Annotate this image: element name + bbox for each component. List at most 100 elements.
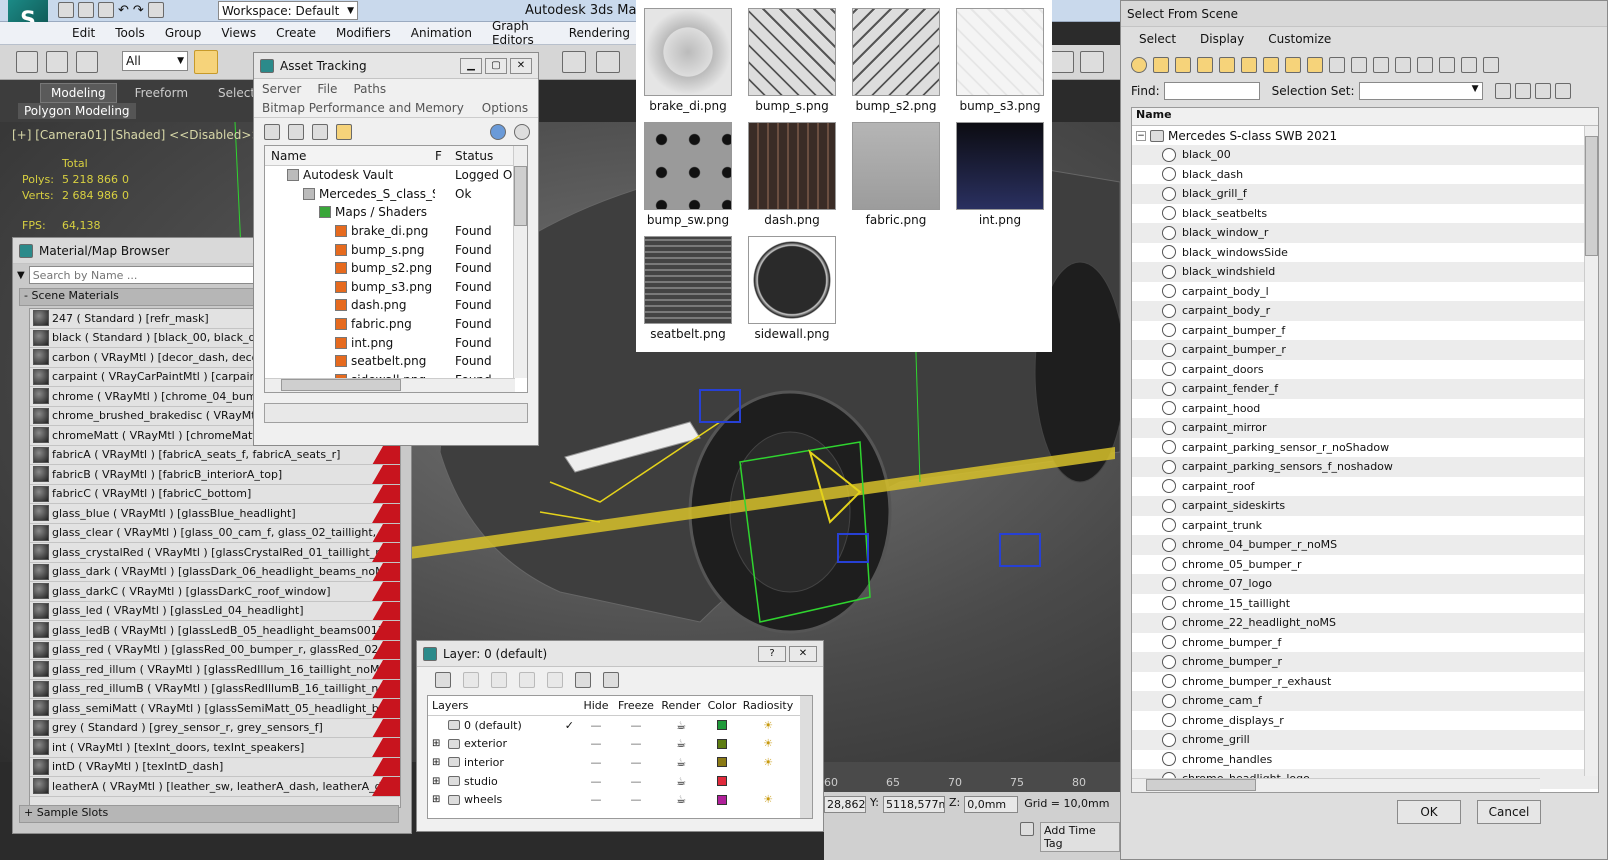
hide-toggle[interactable]: — [578,793,614,806]
scene-object-item[interactable]: carpaint_hood [1132,398,1598,418]
col-f[interactable]: F [435,149,449,163]
find-input[interactable] [1163,82,1260,100]
scene-object-item[interactable]: carpaint_parking_sensor_r_noShadow [1132,437,1598,457]
scene-object-item[interactable]: carpaint_sideskirts [1132,496,1598,516]
asset-row[interactable]: Mercedes_S_class_S... Ok [265,185,527,204]
scene-object-item[interactable]: chrome_bumper_r_exhaust [1132,671,1598,691]
tab-freeform[interactable]: Freeform [123,84,200,102]
cameras-filter-icon[interactable] [1197,57,1213,73]
material-item[interactable]: glass_dark ( VRayMtl ) [glassDark_06_hea… [30,562,400,582]
expand-icon[interactable]: ⊞ [428,757,442,768]
list-view-icon[interactable] [288,123,304,140]
geometry-filter-icon[interactable] [1131,57,1147,73]
scene-object-item[interactable]: carpaint_doors [1132,359,1598,379]
maximize-button[interactable]: ▢ [485,57,507,74]
collapse-icon[interactable]: − [1136,130,1146,141]
asset-row[interactable]: int.png Found [265,333,527,352]
layer-row[interactable]: 0 (default) ✓ — — ☕ ☀ [428,716,812,735]
thumbnail-item[interactable]: int.png [952,122,1048,227]
space-warps-filter-icon[interactable] [1241,57,1257,73]
freeze-toggle[interactable]: — [614,775,658,788]
asset-row[interactable]: fabric.png Found [265,315,527,334]
containers-filter-icon[interactable] [1329,57,1345,73]
menu-tools[interactable]: Tools [105,26,155,40]
menu-group[interactable]: Group [155,26,212,40]
scene-object-item[interactable]: chrome_04_bumper_r_noMS [1132,535,1598,555]
layer-row[interactable]: ⊞ wheels — — ☕ ☀ [428,790,812,809]
scene-object-item[interactable]: black_00 [1132,145,1598,165]
asset-tracking-titlebar[interactable]: Asset Tracking ▁ ▢ ✕ [254,53,538,79]
project-folder-icon[interactable] [147,2,164,18]
menu-edit[interactable]: Edit [62,26,105,40]
scene-object-item[interactable]: black_window_r [1132,223,1598,243]
unlink-icon[interactable] [46,51,68,73]
save-icon[interactable] [98,2,114,18]
scene-object-item[interactable]: chrome_cam_f [1132,691,1598,711]
viewport-label[interactable]: [+] [Camera01] [Shaded] <<Disabled>> [12,128,262,142]
scene-object-item[interactable]: chrome_05_bumper_r [1132,554,1598,574]
thumbnail-item[interactable]: fabric.png [848,122,944,227]
hide-toggle[interactable]: — [578,737,614,750]
hide-all-layers-icon[interactable] [575,672,591,688]
radiosity-icon[interactable]: ☀ [740,737,796,750]
sample-slots-group[interactable]: + Sample Slots [19,805,399,823]
col-status[interactable]: Status [449,149,493,163]
render-teapot-icon[interactable]: ☕ [658,775,704,788]
time-tag-icon[interactable] [1020,822,1034,836]
scene-object-item[interactable]: carpaint_parking_sensors_f_noshadow [1132,457,1598,477]
asset-row[interactable]: Autodesk Vault Logged Out [265,166,527,185]
menu-graph-editors[interactable]: Graph Editors [482,19,559,47]
close-button[interactable]: ✕ [789,645,817,662]
open-file-icon[interactable] [78,2,94,18]
scene-object-item[interactable]: carpaint_body_r [1132,301,1598,321]
display-none-icon[interactable] [1417,57,1433,73]
thumbnail-item[interactable]: bump_s.png [744,8,840,113]
filter-options-icon[interactable] [1483,57,1499,73]
asset-row[interactable]: dash.png Found [265,296,527,315]
scene-object-item[interactable]: chrome_15_taillight [1132,593,1598,613]
menu-animation[interactable]: Animation [401,26,482,40]
layer-color-swatch[interactable] [717,720,727,731]
asset-row[interactable]: seatbelt.png Found [265,352,527,371]
material-item[interactable]: grey ( Standard ) [grey_sensor_r, grey_s… [30,718,400,738]
material-item[interactable]: glass_red ( VRayMtl ) [glassRed_00_bumpe… [30,640,400,660]
vault-help-icon[interactable] [490,123,506,140]
mirror-icon[interactable] [596,51,620,73]
grid-view-icon[interactable] [336,123,352,140]
col-radiosity[interactable]: Radiosity [740,699,796,712]
col-color[interactable]: Color [704,699,740,712]
col-name[interactable]: Name [1132,108,1598,126]
groups-filter-icon[interactable] [1263,57,1279,73]
scene-object-item[interactable]: black_windowsSide [1132,242,1598,262]
selection-set-dropdown[interactable]: ▼ [1358,82,1483,100]
thumbnail-item[interactable]: seatbelt.png [640,236,736,341]
freeze-toggle[interactable]: — [614,719,658,732]
material-item[interactable]: fabricC ( VRayMtl ) [fabricC_bottom] [30,484,400,504]
scene-object-item[interactable]: carpaint_body_l [1132,281,1598,301]
thumbnail-item[interactable]: sidewall.png [744,236,840,341]
col-name[interactable]: Name [265,149,435,163]
asset-row[interactable]: bump_s3.png Found [265,278,527,297]
scene-object-item[interactable]: carpaint_roof [1132,476,1598,496]
y-coordinate-field[interactable]: 5118,577m [882,796,945,813]
xrefs-filter-icon[interactable] [1285,57,1301,73]
render-teapot-icon[interactable]: ☕ [658,756,704,769]
scene-object-item[interactable]: black_windshield [1132,262,1598,282]
menu-rendering[interactable]: Rendering [559,26,640,40]
at-menu-options[interactable]: Options [482,101,528,115]
at-menu-file[interactable]: File [317,82,337,96]
scene-object-item[interactable]: chrome_handles [1132,749,1598,769]
scene-object-item[interactable]: chrome_grill [1132,730,1598,750]
material-item[interactable]: glass_ledB ( VRayMtl ) [glassLedB_05_hea… [30,621,400,641]
select-from-scene-titlebar[interactable]: Select From Scene [1121,1,1607,27]
menu-create[interactable]: Create [266,26,326,40]
undo-icon[interactable]: ↶ [118,3,129,18]
scene-object-item[interactable]: chrome_bumper_f [1132,632,1598,652]
scene-object-item[interactable]: carpaint_bumper_f [1132,320,1598,340]
material-item[interactable]: glass_blue ( VRayMtl ) [glassBlue_headli… [30,504,400,524]
freeze-toggle[interactable]: — [614,756,658,769]
radiosity-icon[interactable]: ☀ [740,793,796,806]
thumbnail-item[interactable]: brake_di.png [640,8,736,113]
hide-toggle[interactable]: — [578,775,614,788]
asset-row[interactable]: bump_s2.png Found [265,259,527,278]
